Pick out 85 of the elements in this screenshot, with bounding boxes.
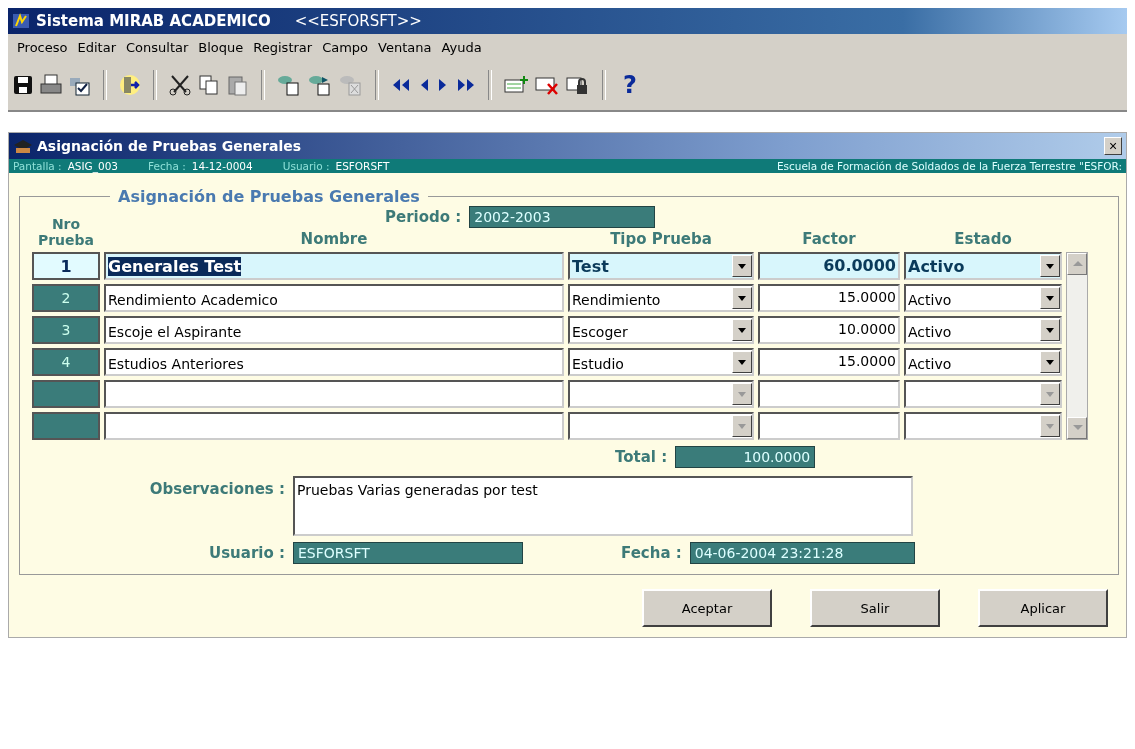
school-name: Escuela de Formación de Soldados de la Fuerza Terrestre "ESFOR: xyxy=(776,160,1122,172)
estado-dropdown[interactable]: Activo xyxy=(904,348,1062,376)
row-number-cell[interactable]: 3 xyxy=(32,316,100,344)
info-label: Usuario : xyxy=(282,160,330,172)
save-icon[interactable] xyxy=(12,74,34,96)
form-button[interactable]: Aplicar xyxy=(978,589,1108,627)
graduation-cap-icon xyxy=(13,137,33,155)
database-query-icon[interactable] xyxy=(276,74,302,96)
name-field[interactable] xyxy=(104,412,564,440)
info-label: Fecha : xyxy=(148,160,186,172)
factor-field[interactable]: 15.0000 xyxy=(758,348,900,376)
fecha-label: Fecha : xyxy=(621,544,682,562)
usuario-label: Usuario : xyxy=(208,544,285,562)
factor-field[interactable]: 15.0000 xyxy=(758,284,900,312)
menu-item[interactable]: Ventana xyxy=(373,39,437,55)
form-button[interactable]: Salir xyxy=(810,589,940,627)
column-header: Prueba xyxy=(37,232,95,248)
info-label: Pantalla : xyxy=(13,160,62,172)
factor-field[interactable]: 60.0000 xyxy=(758,252,900,280)
column-header: Tipo Prueba xyxy=(609,230,713,248)
app-logo-icon xyxy=(12,12,30,30)
cut-icon[interactable] xyxy=(168,74,192,96)
app-title: Sistema MIRAB ACADEMICO xyxy=(36,12,271,30)
estado-dropdown[interactable] xyxy=(904,412,1062,440)
total-label: Total : xyxy=(615,448,668,466)
name-field[interactable] xyxy=(104,380,564,408)
menu-item[interactable]: Campo xyxy=(317,39,374,55)
vertical-scrollbar[interactable] xyxy=(1066,252,1088,440)
copy-icon[interactable] xyxy=(197,74,221,96)
total-field: 100.0000 xyxy=(675,446,816,468)
app-subtitle: <<ESFORSFT>> xyxy=(294,12,422,30)
delete-record-icon[interactable] xyxy=(534,74,560,96)
menu-item[interactable]: Editar xyxy=(72,39,121,55)
estado-dropdown[interactable]: Activo xyxy=(904,316,1062,344)
group-title: Asignación de Pruebas Generales xyxy=(117,187,421,206)
help-button[interactable]: ? xyxy=(623,71,637,99)
tipo-dropdown[interactable]: Escoger xyxy=(568,316,754,344)
form-title: Asignación de Pruebas Generales xyxy=(37,138,303,154)
row-number-cell[interactable]: 2 xyxy=(32,284,100,312)
column-header: Estado xyxy=(953,230,1013,248)
tipo-dropdown[interactable] xyxy=(568,380,754,408)
close-button[interactable]: × xyxy=(1104,137,1122,155)
tipo-dropdown[interactable] xyxy=(568,412,754,440)
name-field[interactable]: Escoje el Aspirante xyxy=(104,316,564,344)
scroll-down-button[interactable] xyxy=(1067,417,1087,439)
column-header: Nro xyxy=(51,216,81,232)
estado-dropdown[interactable]: Activo xyxy=(904,284,1062,312)
column-header: Factor xyxy=(801,230,857,248)
name-field[interactable]: Rendimiento Academico xyxy=(104,284,564,312)
row-number-cell[interactable] xyxy=(32,412,100,440)
paste-icon[interactable] xyxy=(226,74,250,96)
name-field[interactable]: Estudios Anteriores xyxy=(104,348,564,376)
factor-field[interactable] xyxy=(758,412,900,440)
tipo-dropdown[interactable]: Test xyxy=(568,252,754,280)
periodo-label: Periodo : xyxy=(385,208,462,226)
info-value: 14-12-0004 xyxy=(191,160,253,172)
exit-door-icon[interactable] xyxy=(118,74,142,96)
row-number-cell[interactable]: 4 xyxy=(32,348,100,376)
observaciones-field[interactable]: Pruebas Varias generadas por test xyxy=(293,476,913,536)
menu-item[interactable]: Registrar xyxy=(248,39,318,55)
tipo-dropdown[interactable]: Rendimiento xyxy=(568,284,754,312)
fecha-field: 04-06-2004 23:21:28 xyxy=(689,542,915,564)
factor-field[interactable]: 10.0000 xyxy=(758,316,900,344)
periodo-field[interactable]: 2002-2003 xyxy=(469,206,656,228)
tipo-dropdown[interactable]: Estudio xyxy=(568,348,754,376)
estado-dropdown[interactable]: Activo xyxy=(904,252,1062,280)
form-button[interactable]: Aceptar xyxy=(642,589,772,627)
scroll-up-button[interactable] xyxy=(1067,253,1087,275)
column-header: Nombre xyxy=(299,230,369,248)
menu-item[interactable]: Proceso xyxy=(12,39,73,55)
usuario-field: ESFORSFT xyxy=(293,542,523,564)
info-value: ASIG_003 xyxy=(67,160,119,172)
observaciones-label: Observaciones : xyxy=(148,479,285,500)
row-number-cell[interactable]: 1 xyxy=(32,252,100,280)
menu-item[interactable]: Bloque xyxy=(193,39,249,55)
name-field[interactable]: Generales Test xyxy=(104,252,564,280)
estado-dropdown[interactable] xyxy=(904,380,1062,408)
menu-item[interactable]: Consultar xyxy=(121,39,194,55)
info-value: ESFORSFT xyxy=(335,160,390,172)
row-number-cell[interactable] xyxy=(32,380,100,408)
insert-record-icon[interactable] xyxy=(503,74,529,96)
database-execute-icon[interactable] xyxy=(307,74,333,96)
factor-field[interactable] xyxy=(758,380,900,408)
print-icon[interactable] xyxy=(39,74,63,96)
menu-item[interactable]: Ayuda xyxy=(436,39,487,55)
